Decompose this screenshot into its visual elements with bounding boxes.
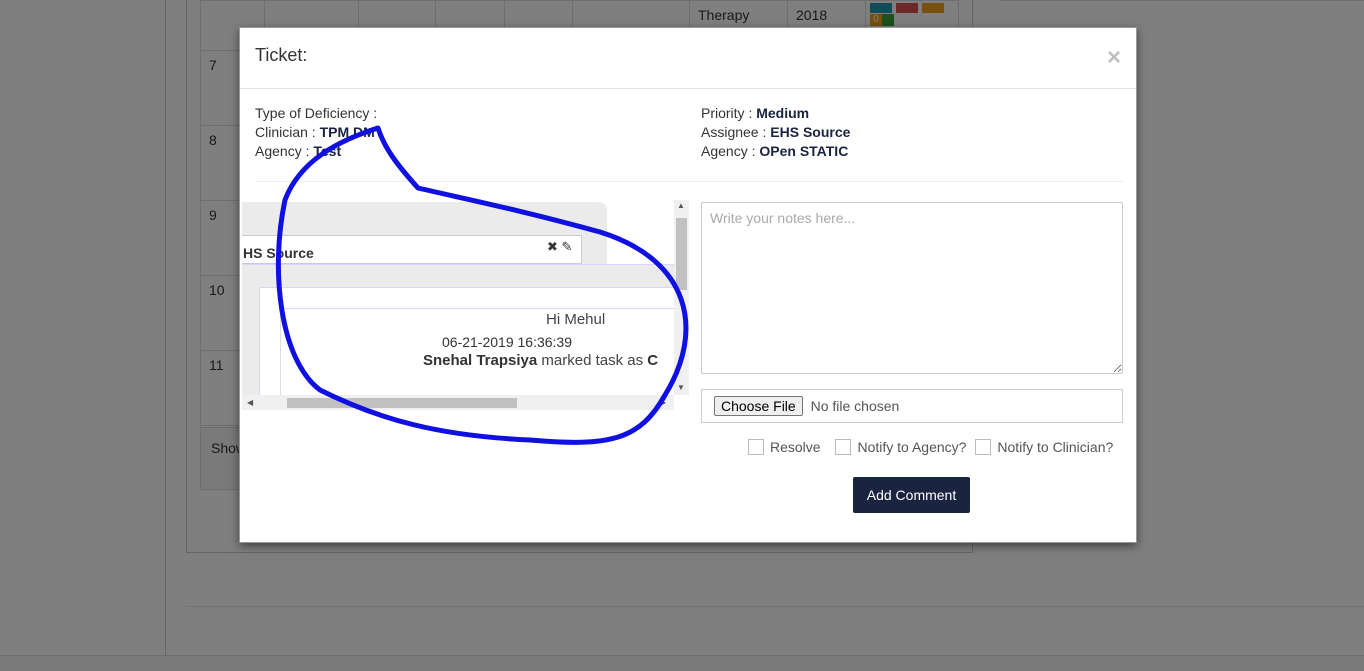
add-comment-button[interactable]: Add Comment — [853, 477, 970, 513]
horizontal-scrollbar[interactable]: ◀ ▶ — [242, 395, 674, 410]
file-upload[interactable]: Choose File No file chosen — [701, 389, 1123, 423]
agency-label: Agency : — [701, 143, 756, 159]
status-user: Snehal Trapsiya — [423, 352, 538, 369]
comment-author: HS Source — [242, 235, 582, 264]
scroll-down-icon[interactable]: ▼ — [677, 383, 685, 392]
checkbox-label: Resolve — [770, 439, 821, 455]
scrollbar-thumb[interactable] — [676, 218, 687, 290]
close-icon[interactable]: × — [1107, 46, 1121, 70]
scroll-up-icon[interactable]: ▲ — [677, 201, 685, 210]
notify-agency-checkbox[interactable]: Notify to Agency? — [835, 439, 966, 455]
comment-body — [242, 264, 680, 408]
divider — [255, 181, 1123, 182]
modal-header: Ticket: — [240, 28, 1136, 89]
comment-actions: ✖ ✎ — [547, 239, 572, 255]
deficiency-type-label: Type of Deficiency : — [255, 105, 378, 121]
checkbox-label: Notify to Agency? — [857, 439, 967, 455]
ticket-info-right: Priority : Medium Assignee : EHS Source … — [701, 104, 850, 161]
vertical-scrollbar[interactable]: ▲ ▼ — [674, 200, 689, 395]
checkbox-label: Notify to Clinician? — [997, 439, 1114, 455]
scroll-left-icon[interactable]: ◀ — [247, 398, 253, 407]
agency-label: Agency : — [255, 143, 310, 159]
delete-icon[interactable]: ✖ — [547, 239, 558, 254]
status-text: marked task as — [541, 352, 644, 369]
checkbox-box[interactable] — [748, 439, 764, 455]
agency-value: OPen STATIC — [759, 143, 849, 159]
message-status: Snehal Trapsiya marked task as C — [423, 352, 658, 369]
clinician-label: Clinician : — [255, 124, 316, 140]
message-timestamp: 06-21-2019 16:36:39 — [442, 334, 572, 350]
notify-clinician-checkbox[interactable]: Notify to Clinician? — [975, 439, 1113, 455]
status-value: C — [647, 352, 659, 369]
resolve-checkbox[interactable]: Resolve — [748, 439, 821, 455]
priority-value: Medium — [756, 105, 810, 121]
assignee-label: Assignee : — [701, 124, 767, 140]
options-checkboxes: Resolve Notify to Agency? Notify to Clin… — [748, 439, 1118, 458]
scrollbar-thumb[interactable] — [287, 398, 517, 408]
ticket-info-left: Type of Deficiency : Clinician : TPM DM … — [255, 104, 377, 161]
checkbox-box[interactable] — [975, 439, 992, 455]
modal-title: Ticket: — [255, 45, 308, 65]
checkbox-box[interactable] — [835, 439, 852, 455]
clinician-value: TPM DM — [319, 124, 375, 140]
scroll-right-icon[interactable]: ▶ — [660, 398, 666, 407]
choose-file-button[interactable]: Choose File — [714, 396, 803, 416]
priority-label: Priority : — [701, 105, 753, 121]
assignee-value: EHS Source — [770, 124, 851, 140]
ticket-modal: Ticket: × Type of Deficiency : Clinician… — [239, 27, 1137, 543]
message-text: Hi Mehul — [546, 311, 606, 328]
edit-icon[interactable]: ✎ — [562, 239, 573, 254]
file-status: No file chosen — [810, 398, 900, 414]
comments-pane[interactable]: HS Source ✖ ✎ Hi Mehul 06-21-2019 16:36:… — [242, 200, 689, 412]
agency-value: Test — [313, 143, 342, 159]
notes-textarea[interactable] — [701, 202, 1123, 374]
